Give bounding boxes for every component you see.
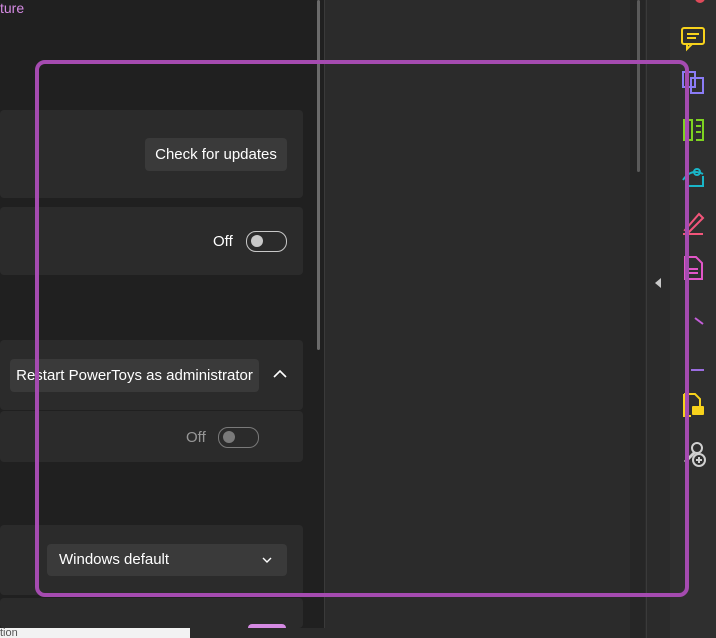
taskbar-text: tion <box>0 628 18 638</box>
notification-icon[interactable] <box>682 0 706 6</box>
next-card <box>0 598 303 628</box>
taskbar-strip: tion <box>0 628 190 638</box>
accent-toggle[interactable] <box>248 624 286 628</box>
selection-highlight-frame <box>35 60 689 597</box>
page-title: ture <box>0 0 25 16</box>
comment-icon[interactable] <box>677 22 709 54</box>
